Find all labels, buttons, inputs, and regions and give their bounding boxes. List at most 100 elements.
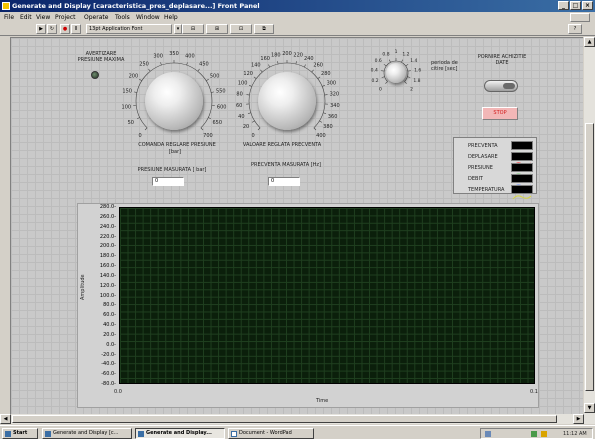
knob-tick: [268, 64, 271, 68]
pressure-measured-label: PRESIUNE MASURATA [ bar]: [137, 167, 207, 173]
menu-project[interactable]: Project: [55, 14, 76, 21]
knob-tick: [321, 85, 325, 87]
knob-tick-label: 100: [122, 104, 132, 110]
windows-logo-icon: [5, 431, 11, 437]
vertical-scroll-thumb[interactable]: [585, 123, 594, 391]
knob-tick-label: 0: [251, 133, 254, 139]
menu-tools[interactable]: Tools: [115, 14, 130, 21]
frequency-knob-title: VALOARE REGLATA PRECVENTA: [242, 142, 322, 148]
y-tick-label: 280.0-: [99, 204, 116, 210]
knob-tick: [136, 117, 140, 120]
legend-item[interactable]: DEPLASARE: [456, 151, 536, 167]
scroll-down-icon[interactable]: ▼: [584, 403, 595, 413]
knob-tick-label: 650: [212, 120, 222, 126]
scroll-right-icon[interactable]: ▶: [573, 414, 584, 424]
start-acquisition-toggle[interactable]: [484, 80, 518, 92]
legend-swatch: [511, 174, 533, 189]
y-tick-label: 200.0-: [99, 243, 116, 250]
horizontal-scroll-thumb[interactable]: [12, 415, 557, 423]
y-tick-label: 240.0-: [99, 223, 116, 230]
frequency-knob[interactable]: [258, 72, 316, 130]
frequency-measured-label: PRECVENTA MASURATA [Hz]: [251, 162, 321, 168]
stop-button[interactable]: STOP: [482, 107, 518, 120]
graph-plot-area[interactable]: [119, 207, 535, 384]
scroll-left-icon[interactable]: ◀: [0, 414, 11, 424]
legend-item[interactable]: PRESIUNE: [456, 162, 536, 178]
scroll-up-icon[interactable]: ▲: [584, 37, 595, 47]
abort-icon[interactable]: ●: [60, 24, 70, 34]
menu-view[interactable]: View: [36, 14, 50, 21]
knob-tick-label: 150: [122, 88, 132, 94]
run-arrow-icon[interactable]: ▶: [36, 24, 46, 34]
y-tick-label: 140.0-: [99, 272, 116, 279]
taskbar-item[interactable]: Generate and Display [c...: [42, 428, 132, 439]
knob-tick-label: 60: [236, 103, 242, 109]
reorder-icon[interactable]: ⧉: [254, 24, 274, 34]
maximize-button[interactable]: □: [570, 1, 581, 10]
period-knob[interactable]: [386, 63, 406, 83]
clock: 11:12 AM: [563, 431, 587, 437]
tray-icon: [485, 431, 491, 437]
knob-tick: [381, 76, 385, 78]
legend-item[interactable]: TEMPERATURA: [456, 184, 536, 200]
resize-objects-icon[interactable]: ⊡: [230, 24, 252, 34]
knob-tick: [383, 63, 387, 67]
run-continuous-icon[interactable]: ↻: [47, 24, 57, 34]
legend-swatch: [511, 163, 533, 178]
chevron-down-icon[interactable]: ▾: [174, 24, 182, 34]
knob-tick: [247, 112, 251, 114]
knob-tick: [385, 81, 388, 84]
knob-tick-label: 260: [313, 63, 323, 69]
knob-tick-label: 1: [395, 49, 398, 55]
menu-edit[interactable]: Edit: [20, 14, 32, 21]
knob-tick: [257, 127, 261, 131]
horizontal-scrollbar[interactable]: ◀ ▶: [0, 414, 595, 424]
menu-file[interactable]: File: [4, 14, 14, 21]
pause-icon[interactable]: Ⅱ: [71, 24, 81, 34]
knob-tick-label: 40: [238, 114, 244, 120]
knob-tick-label: 1.4: [410, 58, 417, 64]
align-objects-icon[interactable]: ⊟: [182, 24, 204, 34]
menu-help[interactable]: Help: [164, 14, 178, 21]
y-tick-label: 220.0-: [99, 233, 116, 240]
x-axis-label: Time: [316, 398, 329, 404]
knob-tick: [206, 78, 209, 82]
pressure-knob[interactable]: [145, 72, 203, 130]
start-button[interactable]: Start: [2, 428, 38, 439]
knob-tick: [139, 78, 142, 82]
legend-swatch: [511, 185, 533, 200]
y-tick-label: 40.0-: [103, 322, 116, 328]
menu-window[interactable]: Window: [136, 14, 160, 21]
legend-item[interactable]: DEBIT: [456, 173, 536, 189]
knob-tick: [404, 81, 407, 84]
font-select[interactable]: 13pt Application Font: [86, 24, 172, 34]
knob-tick: [319, 120, 323, 123]
knob-tick: [197, 68, 200, 72]
knob-tick: [317, 76, 321, 79]
legend-item[interactable]: PRECVENTA: [456, 140, 536, 156]
knob-tick: [160, 62, 162, 66]
frequency-measured-field: 0: [268, 177, 300, 186]
y-tick-label: 160.0-: [99, 263, 116, 269]
vertical-scrollbar[interactable]: ▲ ▼: [584, 37, 595, 414]
knob-tick: [208, 117, 212, 120]
knob-tick-label: 500: [210, 73, 220, 79]
menu-operate[interactable]: Operate: [84, 14, 108, 21]
knob-tick-label: 200: [282, 51, 292, 57]
knob-tick: [295, 61, 297, 65]
knob-tick: [313, 127, 317, 131]
knob-tick-label: 180: [271, 52, 281, 58]
distribute-objects-icon[interactable]: ⊞: [206, 24, 228, 34]
close-button[interactable]: ×: [582, 1, 593, 10]
system-tray: 11:12 AM: [480, 428, 593, 439]
minimize-button[interactable]: _: [558, 1, 569, 10]
help-icon[interactable]: ?: [568, 24, 582, 34]
taskbar: Start Generate and Display [c... Generat…: [0, 425, 595, 439]
knob-tick-label: 340: [330, 103, 340, 109]
taskbar-item-active[interactable]: Generate and Display...: [135, 428, 225, 439]
taskbar-item[interactable]: Document - WordPad: [228, 428, 314, 439]
labview-icon: [2, 2, 10, 10]
y-tick-label: -80.0-: [101, 381, 116, 387]
knob-tick: [251, 120, 255, 123]
knob-tick-label: 240: [304, 56, 314, 62]
